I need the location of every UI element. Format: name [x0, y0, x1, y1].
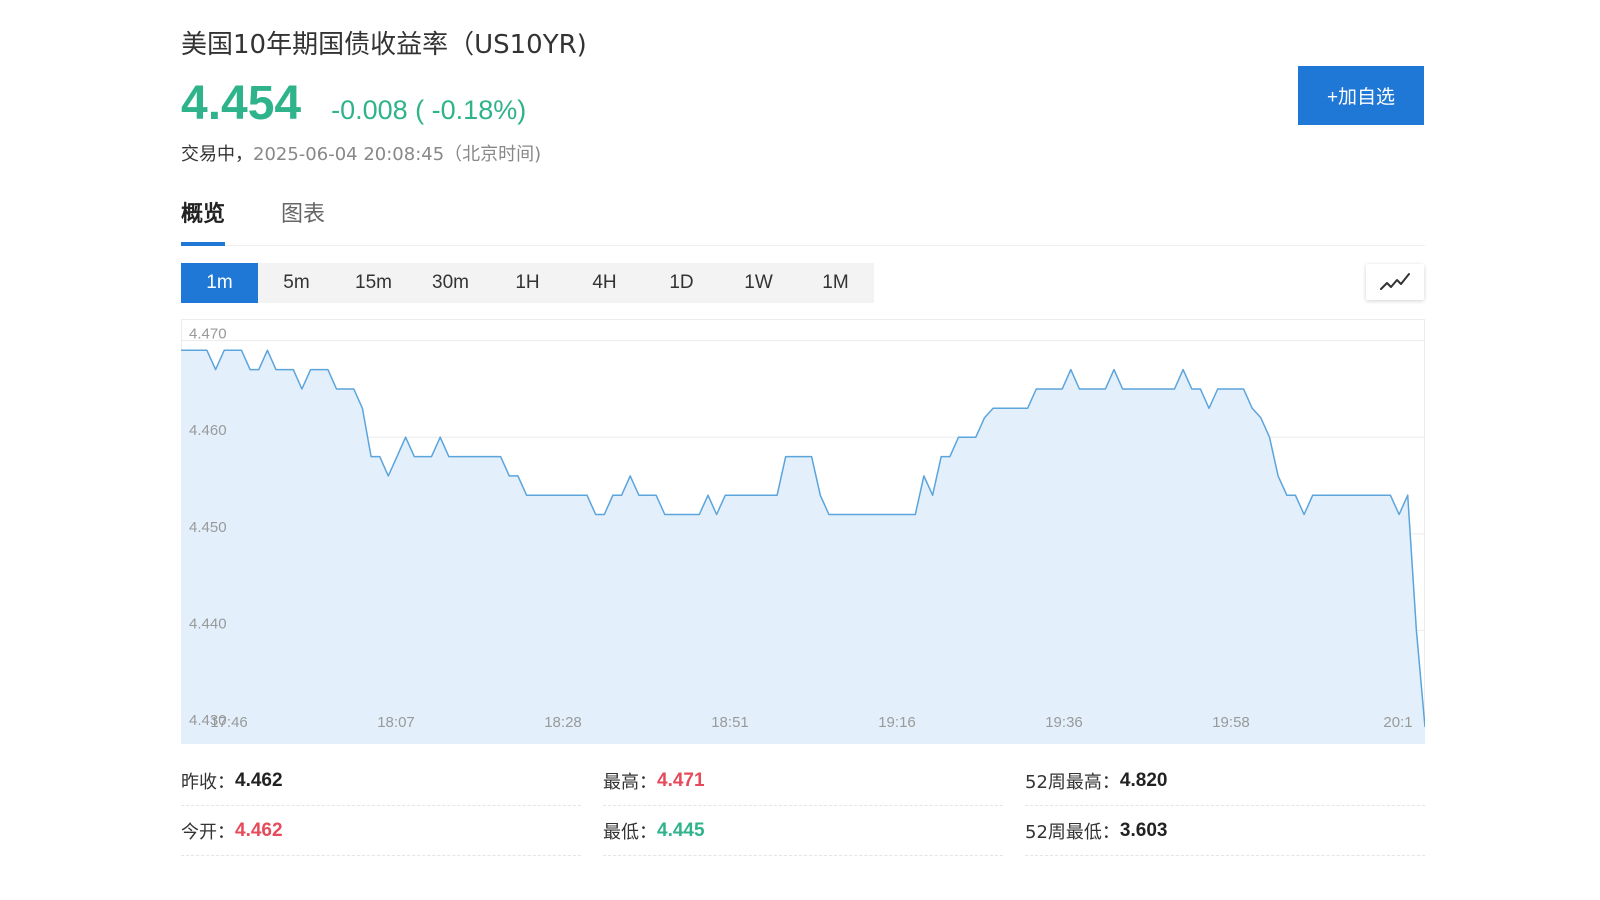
tab-chart[interactable]: 图表: [281, 196, 325, 242]
x-tick-label: 18:51: [711, 714, 749, 731]
x-tick-label: 19:36: [1045, 714, 1083, 731]
stat-low: 最低： 4.445: [603, 806, 1003, 856]
y-tick-label: 4.450: [189, 519, 227, 536]
x-tick-label: 18:28: [544, 714, 582, 731]
stat-value: 4.462: [235, 819, 283, 841]
interval-30m[interactable]: 30m: [412, 263, 489, 303]
price-chart[interactable]: 4.470 4.460 4.450 4.440 4.430 17:46 18:07 18:28…: [181, 319, 1425, 744]
stat-52w-low: 52周最低： 3.603: [1025, 806, 1425, 856]
stat-label: 最高：: [603, 771, 657, 793]
x-tick-label: 19:58: [1212, 714, 1250, 731]
stat-prev-close: 昨收： 4.462: [181, 756, 581, 806]
status-text: 交易中，: [181, 144, 253, 165]
interval-5m[interactable]: 5m: [258, 263, 335, 303]
chart-area-fill: [181, 350, 1425, 744]
chart-type-button[interactable]: [1366, 264, 1424, 300]
interval-1w[interactable]: 1W: [720, 263, 797, 303]
stat-open: 今开： 4.462: [181, 806, 581, 856]
stat-value: 4.471: [657, 769, 705, 791]
line-chart-icon: [1380, 273, 1410, 290]
tab-bar: 概览 图表: [181, 196, 1425, 246]
stat-label: 昨收：: [181, 771, 235, 793]
trading-status: 交易中，2025-06-04 20:08:45（北京时间): [181, 140, 541, 166]
interval-1m[interactable]: 1m: [181, 263, 258, 303]
stat-52w-high: 52周最高： 4.820: [1025, 756, 1425, 806]
interval-1mo[interactable]: 1M: [797, 263, 874, 303]
current-price: 4.454: [181, 77, 302, 130]
interval-4h[interactable]: 4H: [566, 263, 643, 303]
interval-1d[interactable]: 1D: [643, 263, 720, 303]
x-tick-label: 20:1: [1383, 714, 1412, 731]
status-timestamp: 2025-06-04 20:08:45（北京时间): [253, 144, 542, 165]
page-title: 美国10年期国债收益率（US10YR): [181, 30, 587, 60]
price-row: 4.454 -0.008 ( -0.18%): [181, 76, 526, 131]
y-tick-label: 4.460: [189, 422, 227, 439]
stat-value: 4.445: [657, 819, 705, 841]
tab-overview[interactable]: 概览: [181, 196, 226, 246]
x-tick-label: 19:16: [878, 714, 916, 731]
stat-high: 最高： 4.471: [603, 756, 1003, 806]
y-tick-label: 4.440: [189, 615, 227, 632]
add-to-watchlist-button[interactable]: +加自选: [1298, 66, 1424, 125]
price-change: -0.008 ( -0.18%): [331, 95, 527, 125]
stat-value: 4.820: [1119, 769, 1168, 791]
interval-15m[interactable]: 15m: [335, 263, 412, 303]
x-tick-label: 17:46: [210, 714, 248, 731]
interval-1h[interactable]: 1H: [489, 263, 566, 303]
interval-selector: 1m 5m 15m 30m 1H 4H 1D 1W 1M: [181, 263, 874, 303]
stat-label: 52周最高：: [1025, 771, 1120, 793]
x-tick-label: 18:07: [377, 714, 415, 731]
stat-value: 4.462: [235, 769, 283, 791]
stat-value: 3.603: [1119, 819, 1168, 841]
y-tick-label: 4.470: [189, 326, 227, 343]
stat-label: 52周最低：: [1025, 821, 1120, 843]
stat-label: 最低：: [603, 821, 657, 843]
chart-svg: 4.4704.4604.4504.4404.43017:46 18:07 18:28…: [181, 319, 1425, 744]
stat-label: 今开：: [181, 821, 235, 843]
